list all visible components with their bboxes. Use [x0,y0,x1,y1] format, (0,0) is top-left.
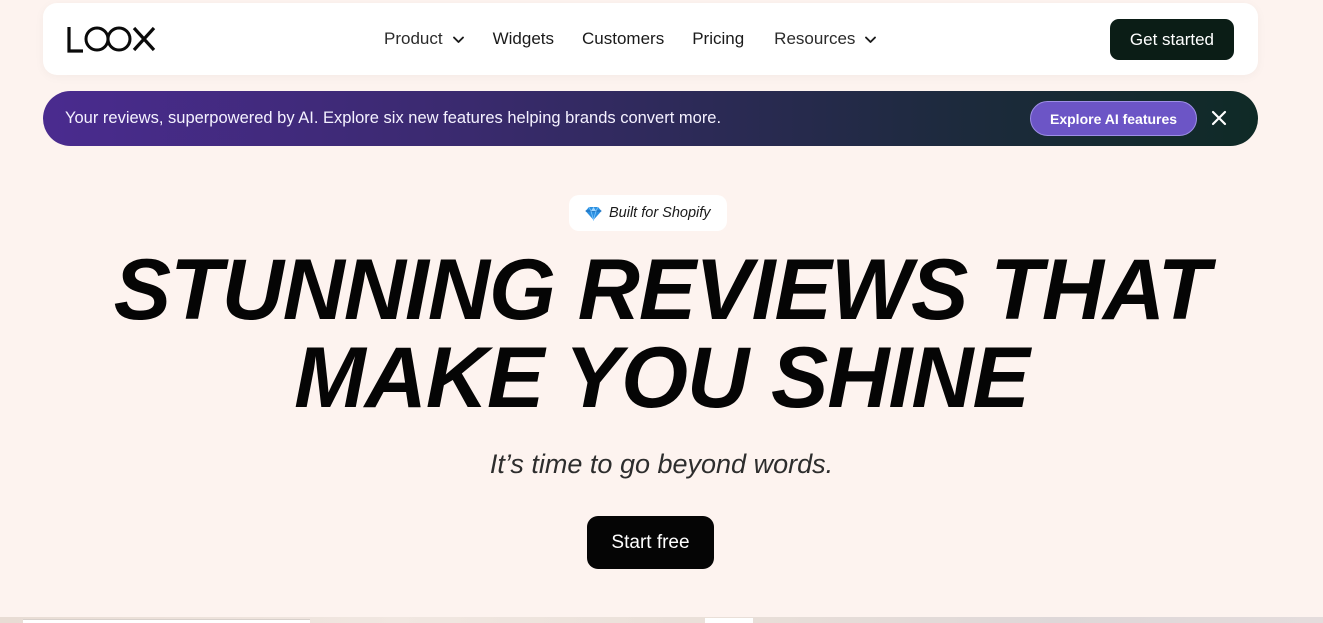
loox-logo[interactable] [67,25,157,53]
nav-item-resources[interactable]: Resources [774,29,877,49]
banner-text: Your reviews, superpowered by AI. Explor… [65,109,722,127]
built-for-shopify-badge: Built for Shopify [569,195,727,231]
chevron-down-icon [452,33,465,46]
nav-item-product[interactable]: Product [384,29,465,49]
nav-item-label: Product [384,29,443,48]
hero-media-preview [0,617,1323,623]
chevron-down-icon [864,33,877,46]
nav-item-label: Customers [582,29,665,48]
nav-item-label: Pricing [692,29,745,48]
badge-text: Built for Shopify [609,205,711,221]
loox-logo-mark [67,26,156,53]
get-started-button[interactable]: Get started [1109,19,1234,60]
nav-item-customers[interactable]: Customers [582,29,664,49]
explore-ai-features-button[interactable]: Explore AI features [1030,101,1198,136]
headline-line-1: STUNNING REVIEWS THAT [113,242,1210,338]
close-icon[interactable] [1207,106,1231,130]
gem-icon [585,206,602,221]
main-nav: Product Widgets Customers Pricing Resour… [384,3,877,75]
headline-line-2: MAKE YOU SHINE [294,330,1030,426]
top-navbar: Product Widgets Customers Pricing Resour… [43,3,1258,75]
nav-item-widgets[interactable]: Widgets [493,29,554,49]
hero-subheadline: It’s time to go beyond words. [489,449,834,479]
nav-item-label: Resources [774,29,856,48]
nav-item-pricing[interactable]: Pricing [692,29,744,49]
start-free-button[interactable]: Start free [587,516,714,569]
preview-card-edge [705,618,753,623]
preview-card-edge [23,619,310,623]
ai-announcement-banner: Your reviews, superpowered by AI. Explor… [43,91,1258,146]
hero-headline: STUNNING REVIEWS THAT MAKE YOU SHINE [0,246,1323,422]
nav-item-label: Widgets [492,29,555,48]
